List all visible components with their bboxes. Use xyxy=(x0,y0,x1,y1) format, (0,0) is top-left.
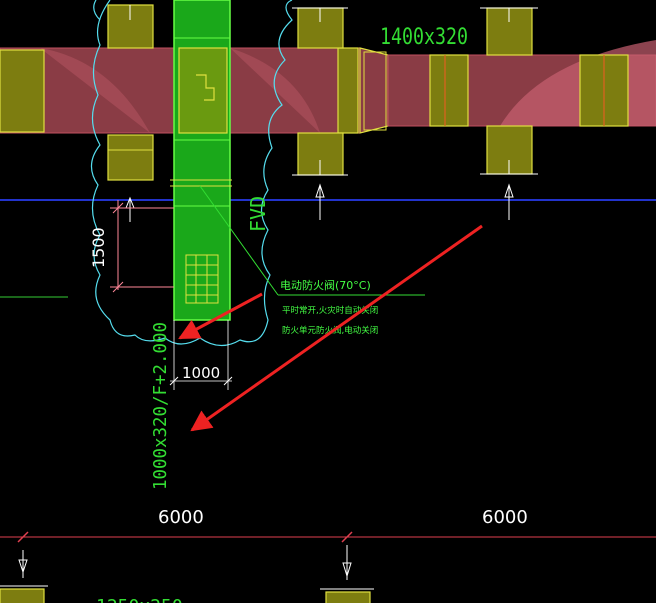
dim-width-text: 1000 xyxy=(182,364,220,382)
bottom-outlets xyxy=(0,585,374,603)
dim-height-text: 1500 xyxy=(89,227,108,268)
grid-spacing-left: 6000 xyxy=(158,507,204,528)
vertical-duct-label: 1000x320/F+2.000 xyxy=(150,322,171,490)
grid-spacing-right: 6000 xyxy=(482,507,528,528)
cad-drawing-canvas: 1500 1000 FVD 1400x320 电动防火阀(70°C) 平时常开,… xyxy=(0,0,656,603)
duct-size-label: 1400x320 xyxy=(380,25,468,50)
red-arrow-lower xyxy=(190,224,483,432)
vertical-riser-duct xyxy=(170,0,232,321)
fire-damper-tag: FVD xyxy=(246,196,270,232)
dim-height xyxy=(110,200,174,293)
bottom-partial-label: 1250x250 xyxy=(96,596,183,603)
damper-note-line1: 电动防火阀(70°C) xyxy=(280,278,371,292)
revision-cloud-left-outer xyxy=(93,0,101,21)
